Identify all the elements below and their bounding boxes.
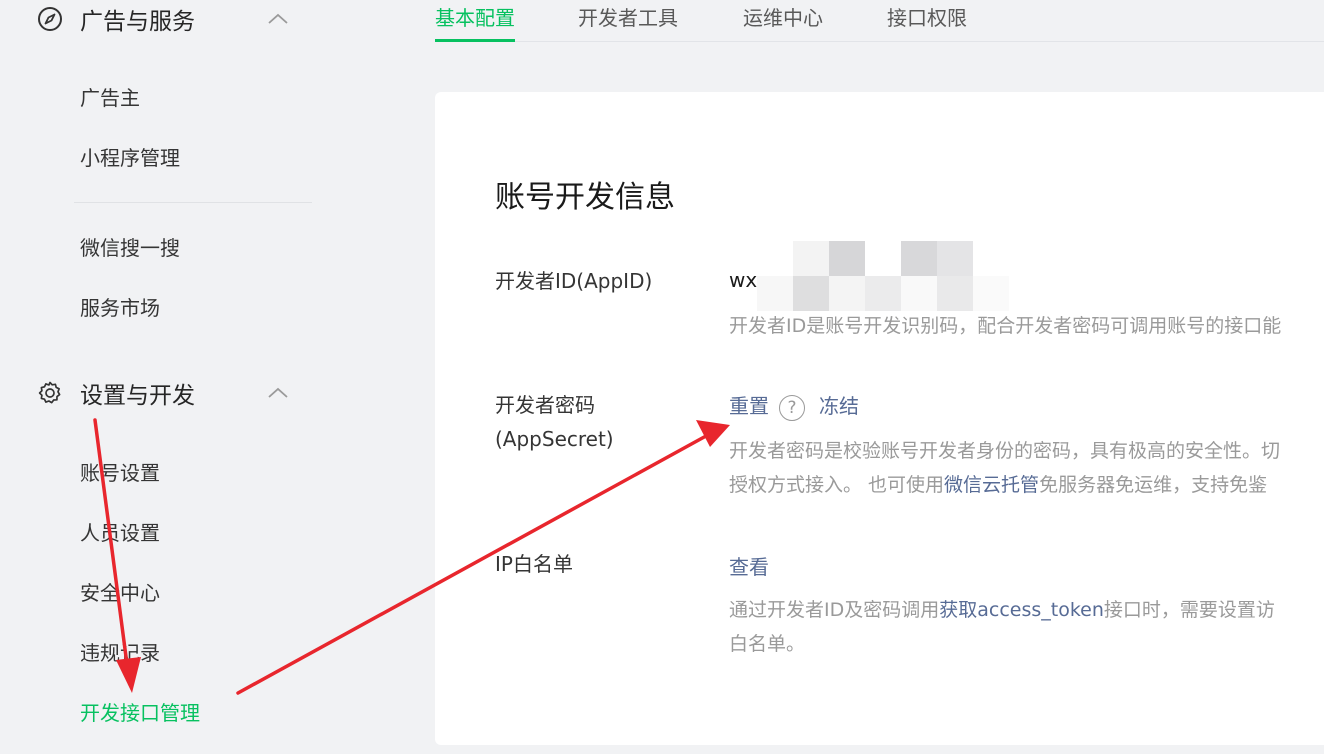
sidebar-group-ads-services[interactable]: 广告与服务 <box>36 1 296 37</box>
reset-secret-link[interactable]: 重置 <box>729 394 769 418</box>
sidebar-divider <box>74 202 312 203</box>
sidebar-item-security-center[interactable]: 安全中心 <box>80 578 160 608</box>
appsecret-label: 开发者密码(AppSecret) <box>495 393 614 451</box>
ip-whitelist-label: IP白名单 <box>495 552 573 576</box>
appsecret-actions: 重置? 冻结 <box>729 390 859 421</box>
sidebar-group-settings-dev[interactable]: 设置与开发 <box>36 375 296 411</box>
ip-whitelist-description-line1: 通过开发者ID及密码调用获取access_token接口时，需要设置访 <box>729 593 1275 627</box>
chevron-up-icon[interactable] <box>266 381 290 405</box>
get-access-token-link[interactable]: 获取access_token <box>939 599 1104 621</box>
sidebar-group-title: 设置与开发 <box>80 383 195 409</box>
chevron-up-icon[interactable] <box>266 7 290 31</box>
desc-text: 接口时，需要设置访 <box>1103 599 1275 621</box>
tab-developer-tools[interactable]: 开发者工具 <box>578 4 678 42</box>
appid-label: 开发者ID(AppID) <box>495 269 653 293</box>
tab-api-permissions[interactable]: 接口权限 <box>887 4 967 42</box>
tab-basic-config[interactable]: 基本配置 <box>435 4 515 42</box>
desc-text: 免服务器免运维，支持免鉴 <box>1039 474 1268 496</box>
desc-text: 通过开发者ID及密码调用 <box>729 599 940 621</box>
help-icon[interactable]: ? <box>779 394 805 421</box>
sidebar-item-dev-api-management[interactable]: 开发接口管理 <box>80 698 200 728</box>
desc-text: 授权方式接入。 也可使用 <box>729 474 945 496</box>
tab-ops-center[interactable]: 运维中心 <box>743 4 823 42</box>
sidebar-item-service-market[interactable]: 服务市场 <box>80 293 160 323</box>
appid-redacted-mosaic <box>757 241 1009 311</box>
sidebar: 广告与服务 广告主 小程序管理 微信搜一搜 服务市场 设置与开发 账号设置 人员… <box>0 0 330 754</box>
sidebar-group-title: 广告与服务 <box>80 9 195 35</box>
sidebar-item-violation-records[interactable]: 违规记录 <box>80 638 160 668</box>
appsecret-description-line2: 授权方式接入。 也可使用微信云托管免服务器免运维，支持免鉴 <box>729 468 1267 502</box>
appid-description: 开发者ID是账号开发识别码，配合开发者密码可调用账号的接口能 <box>729 315 1282 337</box>
sidebar-item-wechat-search[interactable]: 微信搜一搜 <box>80 233 180 263</box>
view-ip-whitelist-link[interactable]: 查看 <box>729 551 769 580</box>
compass-icon <box>36 5 64 33</box>
account-dev-info-card: 账号开发信息 开发者ID(AppID) wx 开发者ID是账号开发识别码，配合开… <box>435 92 1324 745</box>
sidebar-item-member-settings[interactable]: 人员设置 <box>80 518 160 548</box>
sidebar-item-advertiser[interactable]: 广告主 <box>80 83 140 113</box>
tab-bar: 基本配置 开发者工具 运维中心 接口权限 <box>435 0 1324 42</box>
freeze-secret-link[interactable]: 冻结 <box>819 394 859 418</box>
ip-whitelist-description-line2: 白名单。 <box>729 633 806 655</box>
appsecret-description-line1: 开发者密码是校验账号开发者身份的密码，具有极高的安全性。切 <box>729 440 1281 462</box>
page-title: 账号开发信息 <box>495 180 675 215</box>
wechat-cloud-hosting-link[interactable]: 微信云托管 <box>944 474 1039 496</box>
sidebar-item-miniprogram[interactable]: 小程序管理 <box>80 143 180 173</box>
sidebar-item-account-settings[interactable]: 账号设置 <box>80 458 160 488</box>
gear-icon <box>36 379 64 407</box>
appid-value: wx <box>729 268 758 292</box>
